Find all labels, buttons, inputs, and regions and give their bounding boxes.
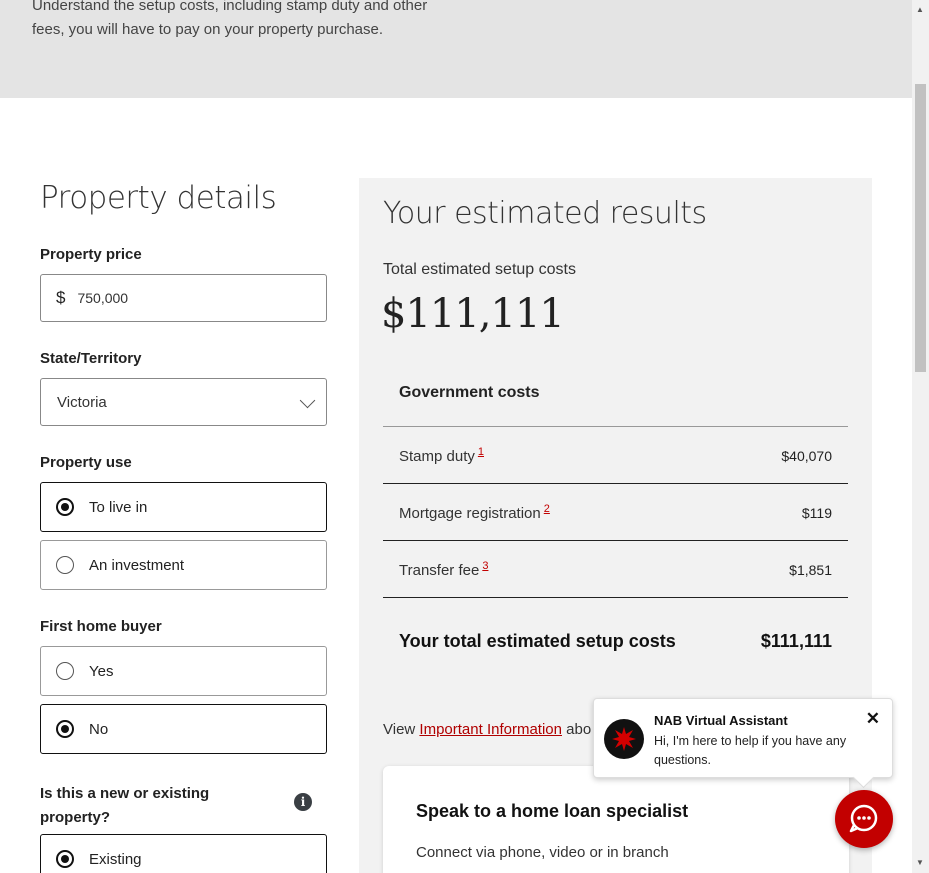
footnote-link[interactable]: 3 <box>482 560 488 572</box>
radio-option-label: An investment <box>89 556 185 574</box>
first-home-buyer-label: First home buyer <box>40 618 162 635</box>
total-setup-costs-value: $111,111 <box>381 291 565 337</box>
chevron-down-icon <box>299 392 316 409</box>
card-title: Speak to a home loan specialist <box>416 801 689 821</box>
hero-banner: Understand the setup costs, including st… <box>0 0 912 98</box>
property-details-title: Property details <box>40 180 277 216</box>
assistant-title: NAB Virtual Assistant <box>654 713 788 728</box>
radio-option-existing[interactable]: Existing <box>40 834 327 873</box>
scroll-up-icon[interactable]: ▲ <box>916 6 924 14</box>
page-scrollbar[interactable]: ▲ ▼ <box>912 0 929 873</box>
property-price-input[interactable]: $ 750,000 <box>40 274 327 322</box>
radio-checked-icon[interactable] <box>56 720 74 738</box>
state-label: State/Territory <box>40 350 142 367</box>
radio-option-label: Yes <box>89 662 114 680</box>
grand-total-label: Your total estimated setup costs <box>399 631 676 651</box>
grand-total-value: $111,111 <box>760 631 832 651</box>
radio-option-investment[interactable]: An investment <box>40 540 327 590</box>
view-important-info: View Important Information abo <box>383 721 591 738</box>
card-subtitle: Connect via phone, video or in branch <box>416 844 669 861</box>
cost-row-label: Transfer fee 3 <box>399 560 488 579</box>
radio-option-label: No <box>89 720 109 738</box>
important-information-link[interactable]: Important Information <box>419 721 562 738</box>
divider <box>383 597 848 598</box>
footnote-link[interactable]: 1 <box>478 446 484 458</box>
state-select[interactable]: Victoria <box>40 378 327 426</box>
assistant-message: Hi, I'm here to help if you have any que… <box>654 734 847 767</box>
property-price-label: Property price <box>40 246 142 263</box>
radio-checked-icon[interactable] <box>56 850 74 868</box>
radio-option-yes[interactable]: Yes <box>40 646 327 696</box>
divider <box>383 483 848 484</box>
info-icon[interactable]: i <box>294 793 312 811</box>
view-prefix: View <box>383 721 420 738</box>
radio-option-live-in[interactable]: To live in <box>40 482 327 532</box>
stamp-duty-value: $40,070 <box>781 448 832 464</box>
view-suffix: abo <box>562 721 592 738</box>
stamp-duty-label: Stamp duty <box>399 448 475 465</box>
scroll-down-icon[interactable]: ▼ <box>916 859 924 867</box>
virtual-assistant-popup[interactable]: NAB Virtual Assistant Hi, I'm here to he… <box>593 698 893 778</box>
radio-option-label: Existing <box>89 850 142 868</box>
footnote-link[interactable]: 2 <box>544 503 550 515</box>
chat-launcher-button[interactable] <box>835 790 893 848</box>
radio-option-label: To live in <box>89 498 148 516</box>
nab-star-icon <box>604 719 644 759</box>
property-price-value[interactable]: 750,000 <box>77 290 128 306</box>
transfer-fee-value: $1,851 <box>789 562 832 578</box>
mortgage-registration-label: Mortgage registration <box>399 505 541 522</box>
scrollbar-thumb[interactable] <box>915 84 926 372</box>
government-costs-header: Government costs <box>399 384 540 401</box>
home-loan-specialist-card[interactable]: Speak to a home loan specialist Connect … <box>383 766 849 873</box>
mortgage-registration-value: $119 <box>801 505 832 521</box>
chat-bubble-icon <box>849 804 878 833</box>
radio-unchecked-icon[interactable] <box>56 556 74 574</box>
radio-unchecked-icon[interactable] <box>56 662 74 680</box>
close-icon[interactable]: ✕ <box>866 710 880 727</box>
property-use-label: Property use <box>40 454 132 471</box>
radio-checked-icon[interactable] <box>56 498 74 516</box>
state-selected-value: Victoria <box>57 393 107 411</box>
divider <box>383 426 848 427</box>
results-title: Your estimated results <box>383 196 707 231</box>
cost-row-label: Stamp duty 1 <box>399 446 484 465</box>
currency-prefix: $ <box>56 288 66 307</box>
transfer-fee-label: Transfer fee <box>399 562 480 579</box>
radio-option-no[interactable]: No <box>40 704 327 754</box>
divider <box>383 540 848 541</box>
cost-row-label: Mortgage registration 2 <box>399 503 550 522</box>
hero-description: Understand the setup costs, including st… <box>32 0 428 38</box>
new-existing-label: Is this a new or existing property? <box>40 785 210 826</box>
total-setup-costs-label: Total estimated setup costs <box>383 261 576 278</box>
